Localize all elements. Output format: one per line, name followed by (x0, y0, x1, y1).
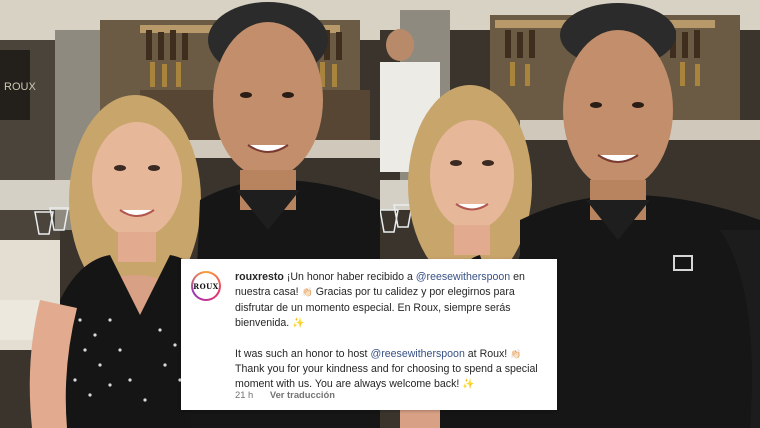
avatar-logo: ROUX (193, 273, 219, 299)
clap-emoji-icon: 👏🏻 (510, 348, 522, 359)
comment-card: ROUX rouxresto ¡Un honor haber recibido … (181, 259, 557, 410)
comment-username[interactable]: rouxresto (235, 271, 284, 283)
clap-emoji-icon: 👏🏻 (301, 287, 313, 298)
sparkles-emoji-icon: ✨ (462, 379, 475, 391)
comment-english-part3: Thank you for your kindness and for choo… (235, 363, 538, 391)
mention-link[interactable]: @reesewitherspoon (416, 271, 510, 283)
comment-meta: 21 h Ver traducción (235, 389, 335, 400)
comment-english-part1: It was such an honor to host (235, 347, 371, 360)
comment-spanish: rouxresto ¡Un honor haber recibido a @re… (235, 270, 543, 332)
avatar[interactable]: ROUX (191, 271, 221, 301)
comment-timestamp: 21 h (235, 389, 254, 400)
roux-sign-text: ROUX (4, 81, 36, 93)
sparkles-emoji-icon: ✨ (292, 318, 305, 330)
comment-spanish-part1: ¡Un honor haber recibido a (283, 271, 416, 283)
comment-english-part2: at Roux! (464, 347, 511, 360)
comment-body: rouxresto ¡Un honor haber recibido a @re… (235, 270, 543, 393)
mention-link[interactable]: @reesewitherspoon (370, 348, 464, 360)
see-translation-link[interactable]: Ver traducción (270, 389, 335, 400)
comment-english: It was such an honor to host @reesewithe… (235, 347, 543, 393)
